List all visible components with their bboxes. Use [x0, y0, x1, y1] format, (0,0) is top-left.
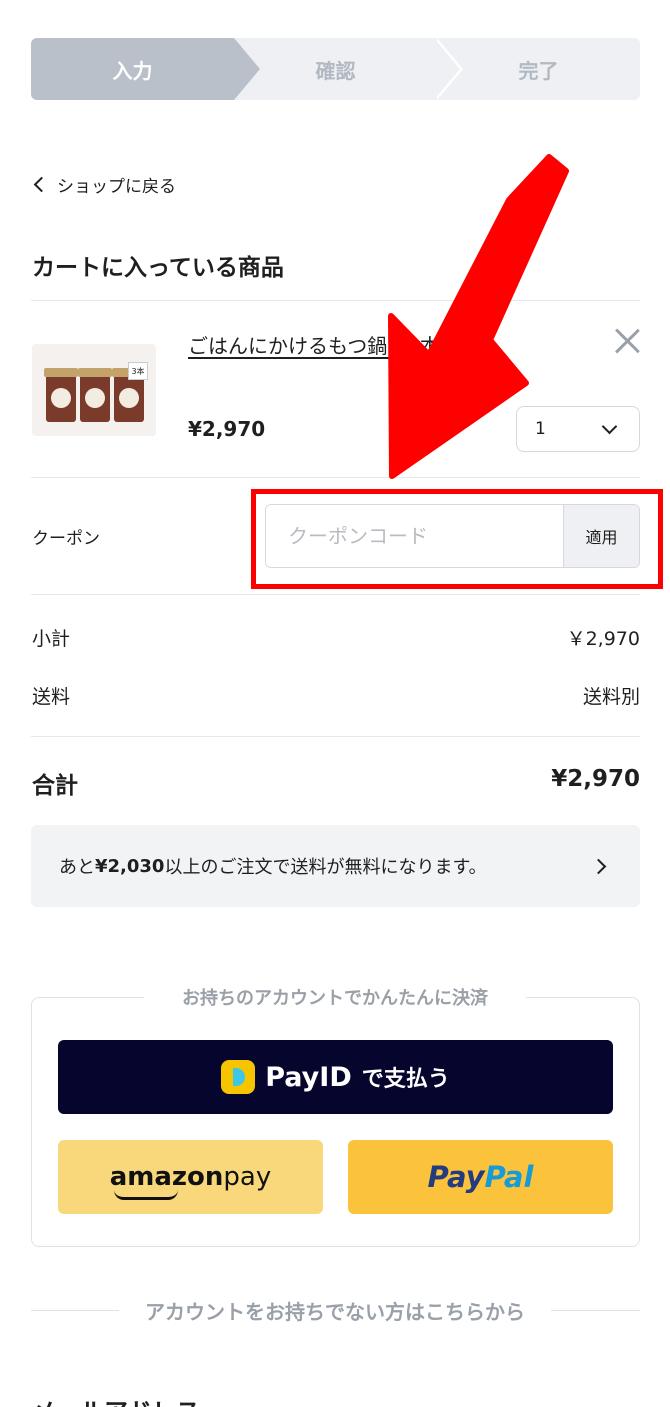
divider [31, 594, 640, 595]
amazon-pay-suffix: pay [223, 1162, 272, 1192]
image-badge: 3本 [128, 362, 148, 380]
payid-suffix: で支払う [361, 1067, 450, 1092]
payid-logo-icon [221, 1060, 256, 1094]
step-confirm: 確認 [234, 38, 463, 100]
paypal-button[interactable]: Pay Pal [348, 1140, 613, 1214]
divider [31, 736, 640, 737]
checkout-steps: 入力 確認 完了 [31, 38, 640, 100]
subtotal-row: 小計 ￥2,970 [32, 624, 640, 651]
quantity-select[interactable]: 1 [516, 406, 640, 452]
chevron-down-icon [601, 418, 618, 435]
shipping-label: 送料 [32, 686, 71, 708]
quantity-value: 1 [535, 419, 546, 439]
divider [31, 300, 640, 301]
product-image[interactable]: 3本 [32, 344, 156, 436]
amazon-pay-button[interactable]: amazon pay [58, 1140, 323, 1214]
payid-button[interactable]: PayID で支払う [58, 1040, 613, 1114]
no-account-text: アカウントをお持ちでない方はこちらから [0, 1296, 670, 1325]
coupon-label: クーポン [32, 529, 100, 549]
jar-graphic [78, 368, 112, 422]
chevron-right-icon [590, 858, 607, 875]
chevron-left-icon [33, 176, 50, 193]
jar-graphic [44, 368, 78, 422]
shipping-row: 送料 送料別 [32, 682, 640, 709]
back-to-shop-link[interactable]: ショップに戻る [32, 172, 176, 197]
total-row: 合計 ¥2,970 [32, 766, 640, 800]
notice-prefix: あと [59, 857, 95, 878]
account-payment-title-text: お持ちのアカウントでかんたんに決済 [144, 988, 526, 1009]
total-label: 合計 [32, 773, 78, 799]
no-account-label: アカウントをお持ちでない方はこちらから [119, 1300, 551, 1324]
email-section-heading: メールアドレス [32, 1392, 200, 1407]
annotation-highlight-box [251, 489, 663, 589]
subtotal-value: ￥2,970 [566, 628, 640, 650]
cart-title: カートに入っている商品 [32, 255, 284, 281]
step-complete: 完了 [518, 58, 559, 83]
back-link-label: ショップに戻る [57, 177, 176, 197]
amazon-wordmark: amazon [109, 1162, 224, 1200]
free-shipping-notice[interactable]: あと ¥2,030 以上のご注文で送料が無料になります。 [31, 825, 640, 907]
paypal-word-2: Pal [484, 1160, 534, 1194]
close-icon[interactable] [612, 325, 642, 355]
jar-graphic [112, 368, 146, 422]
amazon-smile-icon [113, 1190, 178, 1200]
product-name-link[interactable]: ごはんにかけるもつ鍋 3本セット [188, 330, 578, 359]
payid-wordmark: PayID [265, 1061, 352, 1093]
shipping-value: 送料別 [582, 686, 640, 708]
product-price: ¥2,970 [188, 417, 266, 441]
paypal-word-1: Pay [427, 1160, 485, 1194]
notice-amount: ¥2,030 [95, 855, 165, 877]
subtotal-label: 小計 [32, 628, 71, 650]
total-value: ¥2,970 [551, 766, 640, 792]
step-input: 入力 [31, 38, 260, 100]
account-payment-title: お持ちのアカウントでかんたんに決済 [0, 984, 670, 1010]
amazon-word: amazon [109, 1162, 224, 1192]
notice-suffix: 以上のご注文で送料が無料になります。 [164, 857, 487, 878]
divider [31, 477, 640, 478]
